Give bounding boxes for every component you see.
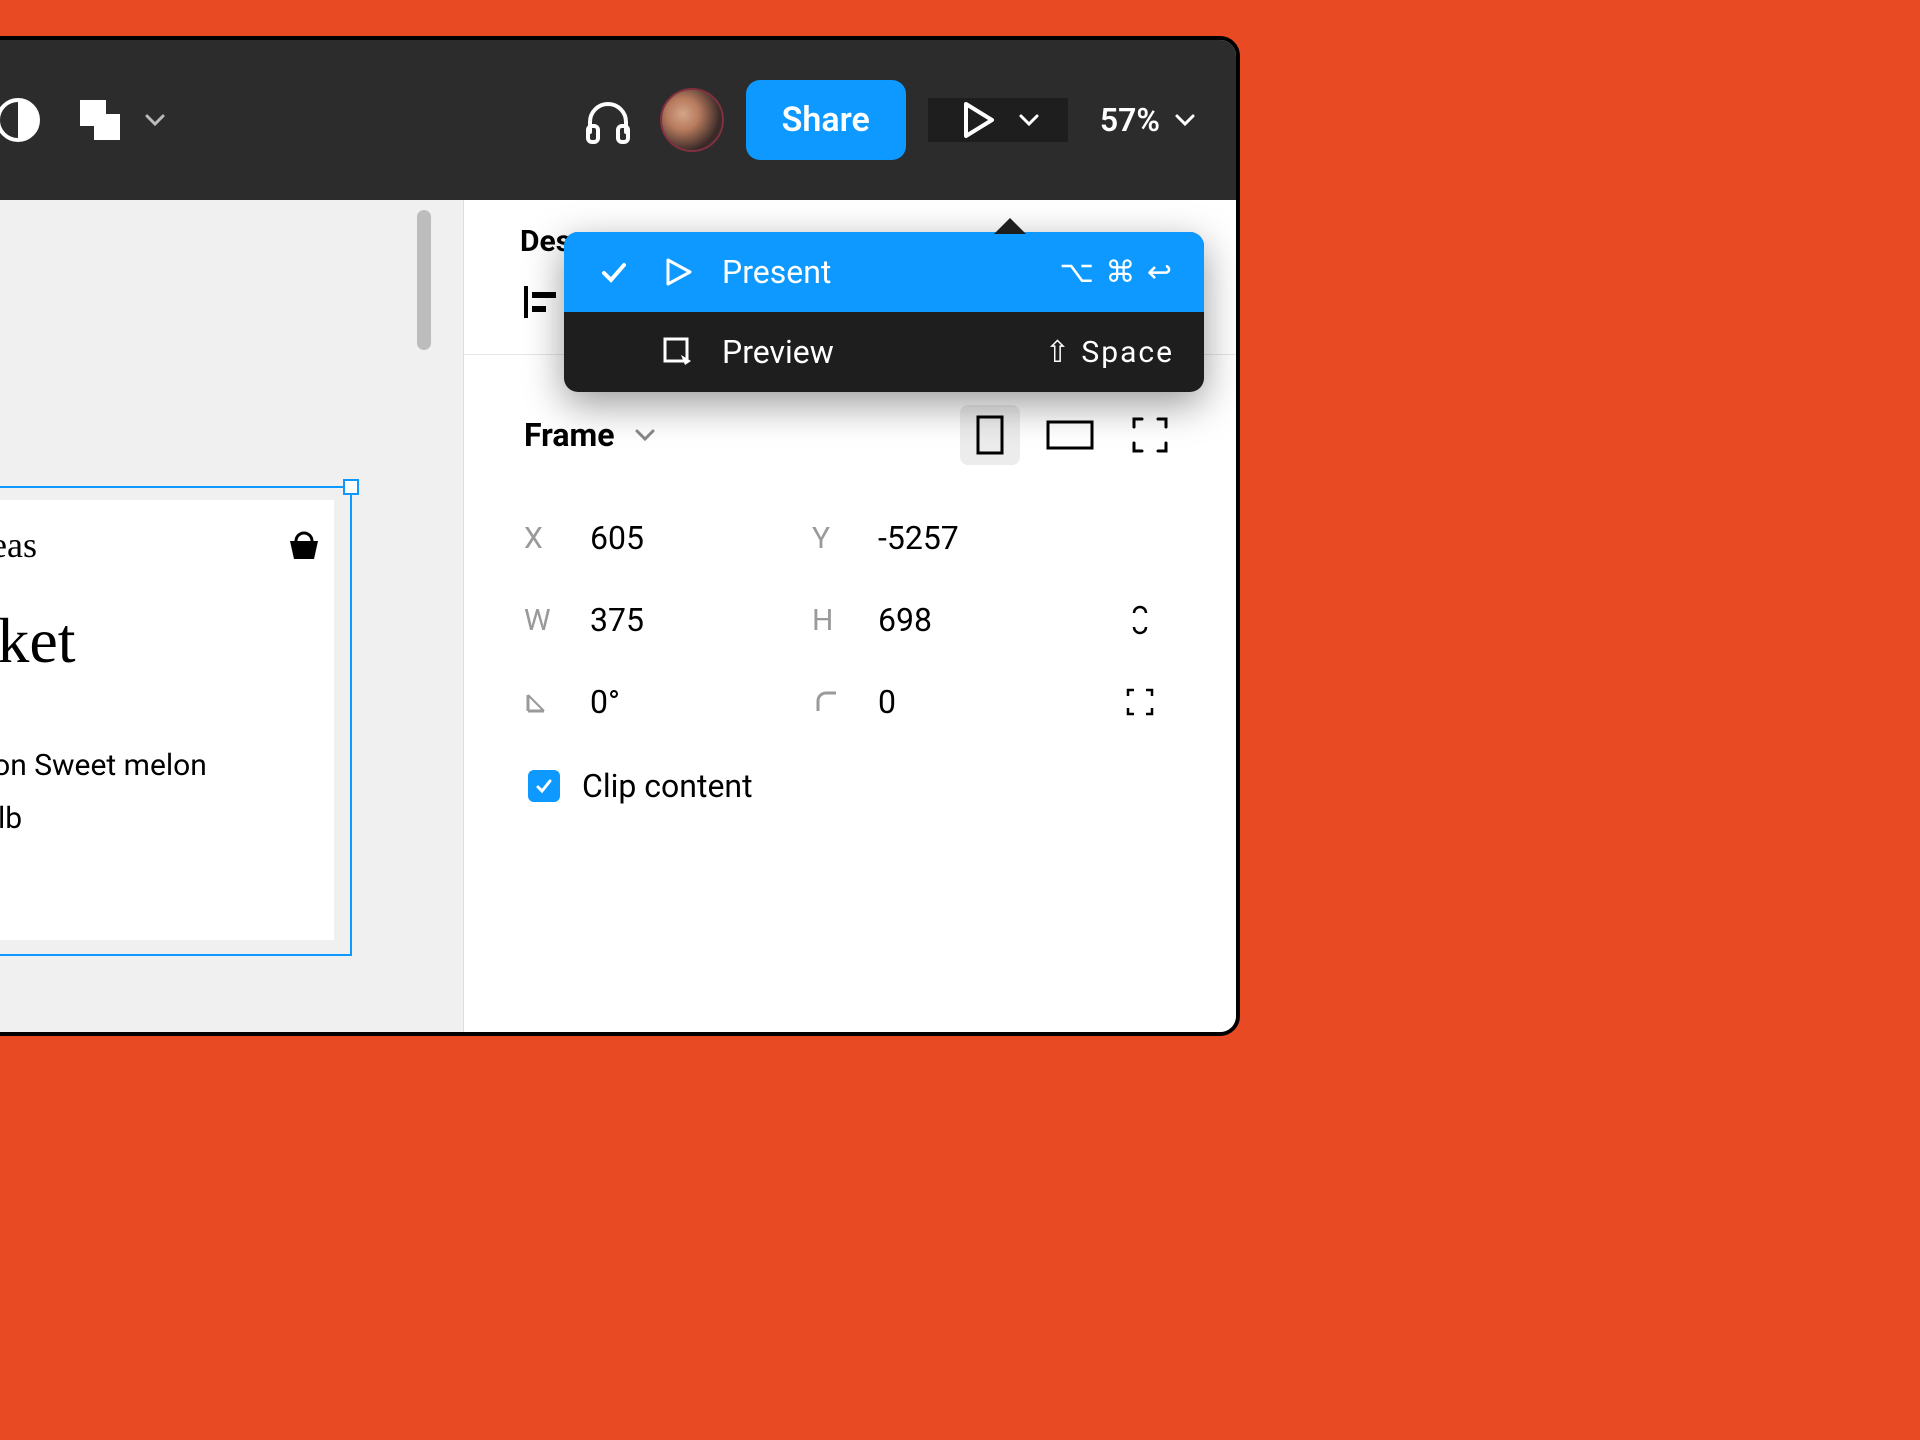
- w-value: 375: [590, 601, 644, 639]
- rotation-field[interactable]: 0°: [524, 683, 792, 721]
- zoom-control[interactable]: 57%: [1090, 101, 1206, 139]
- canvas[interactable]: sket d Peas asket imson Sweet melon .89/…: [0, 200, 464, 1032]
- resize-to-fit-button[interactable]: [1120, 405, 1180, 465]
- scrollbar-thumb[interactable]: [417, 210, 431, 350]
- w-label: W: [524, 603, 564, 638]
- x-field[interactable]: X 605: [524, 519, 792, 557]
- corner-radius-icon: [812, 687, 852, 717]
- play-icon: [658, 256, 698, 288]
- dropdown-item-label: Present: [722, 253, 1035, 291]
- align-left-icon[interactable]: [520, 280, 564, 324]
- app-window: Share 57% sket: [0, 36, 1240, 1036]
- frame-section-title: Frame: [524, 416, 614, 454]
- dropdown-item-label: Preview: [722, 333, 1021, 371]
- present-button[interactable]: [928, 98, 1068, 142]
- preview-icon: [658, 335, 698, 369]
- rotation-value: 0°: [590, 683, 620, 721]
- orientation-landscape-button[interactable]: [1040, 405, 1100, 465]
- artboard-heading: d Peas: [0, 524, 37, 566]
- clip-content-label: Clip content: [582, 767, 753, 805]
- x-value: 605: [590, 519, 644, 557]
- selection-handle[interactable]: [343, 479, 359, 495]
- user-avatar[interactable]: [660, 88, 724, 152]
- play-icon: [956, 98, 1000, 142]
- zoom-value: 57%: [1100, 101, 1160, 139]
- dropdown-item-preview[interactable]: Preview ⇧ Space: [564, 312, 1204, 392]
- check-icon: [594, 257, 634, 287]
- dropdown-item-shortcut: ⌥ ⌘ ↩: [1059, 255, 1174, 290]
- dropdown-item-shortcut: ⇧ Space: [1045, 335, 1174, 370]
- share-button[interactable]: Share: [746, 80, 906, 160]
- boolean-tool[interactable]: [72, 92, 166, 148]
- product-name: imson Sweet melon: [0, 748, 324, 783]
- product-price: .89/lb: [0, 801, 324, 836]
- h-value: 698: [878, 601, 932, 639]
- width-field[interactable]: W 375: [524, 601, 792, 639]
- artboard-title: asket: [0, 604, 324, 678]
- present-dropdown: Present ⌥ ⌘ ↩ Preview ⇧ Space: [564, 232, 1204, 392]
- y-label: Y: [812, 521, 852, 556]
- rotation-icon: [524, 687, 564, 717]
- contrast-icon[interactable]: [0, 96, 42, 144]
- chevron-down-icon: [144, 109, 166, 131]
- chevron-down-icon: [1018, 109, 1040, 131]
- corner-radius-value: 0: [878, 683, 896, 721]
- clip-content-checkbox[interactable]: [528, 770, 560, 802]
- corner-radius-field[interactable]: 0: [812, 683, 1080, 721]
- y-value: -5257: [878, 519, 959, 557]
- dropdown-item-present[interactable]: Present ⌥ ⌘ ↩: [564, 232, 1204, 312]
- top-toolbar: Share 57%: [0, 40, 1236, 200]
- check-icon: [534, 776, 554, 796]
- constrain-proportions-button[interactable]: [1100, 599, 1180, 641]
- height-field[interactable]: H 698: [812, 601, 1080, 639]
- independent-corners-button[interactable]: [1100, 684, 1180, 720]
- chevron-down-icon[interactable]: [634, 424, 656, 446]
- chevron-down-icon: [1174, 109, 1196, 131]
- headphones-icon[interactable]: [578, 90, 638, 150]
- y-field[interactable]: Y -5257: [812, 519, 1080, 557]
- h-label: H: [812, 603, 852, 638]
- selected-frame-content: d Peas asket imson Sweet melon .89/lb: [0, 500, 334, 940]
- orientation-portrait-button[interactable]: [960, 405, 1020, 465]
- x-label: X: [524, 521, 564, 556]
- basket-icon: [284, 525, 324, 565]
